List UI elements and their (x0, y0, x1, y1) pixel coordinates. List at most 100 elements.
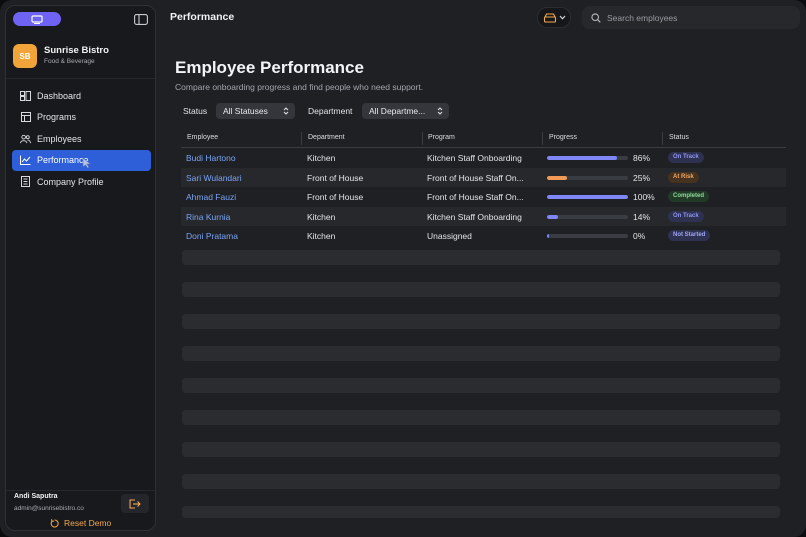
department-cell: Front of House (307, 192, 364, 202)
column-separator (301, 132, 302, 145)
company-icon (20, 176, 31, 187)
progress-bar-fill (547, 175, 568, 180)
page-title: Employee Performance (175, 58, 364, 77)
performance-table: Employee Department Program Progress Sta… (181, 130, 786, 246)
progress-bar (547, 234, 628, 238)
column-header-department[interactable]: Department (308, 134, 345, 141)
progress-bar (547, 156, 628, 160)
sidebar-item-label: Performance (37, 155, 89, 165)
logout-icon (129, 498, 141, 509)
sidebar-nav: Dashboard Programs Employees Performance (12, 85, 151, 193)
progress-percent: 86% (633, 153, 651, 163)
sidebar-toggle-icon (134, 13, 148, 25)
progress-bar-fill (547, 195, 628, 199)
loading-placeholder-row (182, 282, 780, 297)
employee-link[interactable]: Rina Kurnia (186, 212, 230, 222)
sidebar-item-label: Programs (37, 112, 77, 122)
progress-percent: 25% (633, 172, 651, 183)
divider (6, 78, 157, 79)
column-separator (542, 132, 543, 145)
table-row[interactable]: Sari Wulandari Front of House Front of H… (181, 167, 786, 187)
sidebar-toggle-button[interactable] (134, 13, 148, 25)
program-cell: Front of House Staff On... (427, 192, 524, 202)
table-header: Employee Department Program Progress Sta… (181, 130, 786, 148)
employee-link[interactable]: Ahmad Fauzi (186, 192, 236, 202)
column-header-employee[interactable]: Employee (187, 134, 218, 141)
table-row[interactable]: Doni Pratama Kitchen Unassigned 0% Not S… (181, 226, 786, 246)
loading-placeholder-row (182, 474, 780, 489)
employee-link[interactable]: Doni Pratama (186, 231, 238, 241)
column-header-program[interactable]: Program (428, 134, 455, 141)
progress-bar (547, 214, 628, 219)
employee-link[interactable]: Budi Hartono (186, 153, 236, 163)
loading-placeholder-row (182, 346, 780, 361)
column-header-progress[interactable]: Progress (549, 134, 577, 141)
progress-percent: 100% (633, 192, 655, 202)
loading-placeholder-row (182, 314, 780, 329)
progress-bar-fill (547, 156, 617, 160)
column-header-status[interactable]: Status (669, 134, 689, 141)
loading-placeholder-row (182, 506, 780, 518)
loading-placeholder-row (182, 442, 780, 457)
employee-link[interactable]: Sari Wulandari (186, 173, 242, 183)
table-row[interactable]: Ahmad Fauzi Front of House Front of Hous… (181, 187, 786, 207)
table-body: Budi Hartono Kitchen Kitchen Staff Onboa… (181, 148, 786, 246)
department-cell: Kitchen (307, 231, 336, 241)
sidebar-item-programs[interactable]: Programs (12, 107, 151, 128)
app-switcher-button[interactable] (13, 12, 61, 26)
reset-demo-button[interactable]: Reset Demo (50, 518, 111, 528)
department-cell: Kitchen (307, 211, 336, 222)
org-name: Sunrise Bistro (44, 45, 109, 56)
program-cell: Kitchen Staff Onboarding (427, 153, 522, 163)
status-filter-select[interactable]: All Statuses (216, 103, 295, 119)
status-badge: Completed (668, 191, 710, 202)
progress-bar-fill (547, 234, 550, 238)
programs-icon (20, 112, 31, 123)
column-separator (662, 132, 663, 145)
department-filter-value: All Departme... (369, 106, 426, 116)
divider (6, 490, 157, 491)
search-box[interactable] (582, 6, 800, 29)
org-subtitle: Food & Beverage (44, 58, 95, 65)
mouse-cursor-icon (82, 157, 92, 169)
program-cell: Kitchen Staff Onboarding (427, 211, 522, 222)
search-input[interactable] (607, 12, 787, 23)
sidebar-item-company-profile[interactable]: Company Profile (12, 171, 151, 192)
status-badge: On Track (668, 152, 704, 163)
select-chevron-icon (437, 107, 443, 115)
department-cell: Front of House (307, 172, 364, 183)
progress-percent: 0% (633, 231, 646, 241)
loading-placeholder-row (182, 378, 780, 393)
chevron-down-icon (559, 15, 565, 20)
status-filter-label: Status (183, 106, 208, 116)
department-filter-select[interactable]: All Departme... (362, 103, 449, 119)
status-filter-value: All Statuses (223, 106, 268, 116)
app-logo-icon (31, 14, 43, 24)
column-separator (422, 132, 423, 145)
loading-placeholder-row (182, 250, 780, 265)
loading-placeholder-row (182, 410, 780, 425)
organization-header[interactable]: SB Sunrise Bistro Food & Beverage (13, 44, 109, 68)
store-switcher-button[interactable] (537, 7, 571, 28)
table-row[interactable]: Budi Hartono Kitchen Kitchen Staff Onboa… (181, 148, 786, 168)
reset-demo-label: Reset Demo (64, 518, 112, 528)
sidebar-item-dashboard[interactable]: Dashboard (12, 85, 151, 106)
chart-icon (20, 155, 31, 166)
sidebar-item-label: Company Profile (37, 176, 104, 187)
status-badge: On Track (668, 210, 704, 222)
sidebar-item-label: Employees (37, 133, 82, 144)
reset-icon (50, 518, 59, 527)
user-name: Andi Saputra (14, 493, 58, 500)
user-email: admin@sunrisebistro.co (14, 505, 84, 512)
sidebar-item-employees[interactable]: Employees (12, 128, 151, 149)
store-icon (543, 12, 556, 23)
progress-percent: 14% (633, 211, 651, 222)
department-filter-label: Department (308, 106, 353, 116)
topbar-title: Performance (170, 11, 235, 23)
sidebar: SB Sunrise Bistro Food & Beverage Dashbo… (5, 5, 157, 531)
app-window: SB Sunrise Bistro Food & Beverage Dashbo… (0, 0, 806, 537)
logout-button[interactable] (121, 494, 149, 513)
table-row[interactable]: Rina Kurnia Kitchen Kitchen Staff Onboar… (181, 206, 786, 226)
department-cell: Kitchen (307, 153, 336, 163)
progress-bar (547, 195, 628, 199)
